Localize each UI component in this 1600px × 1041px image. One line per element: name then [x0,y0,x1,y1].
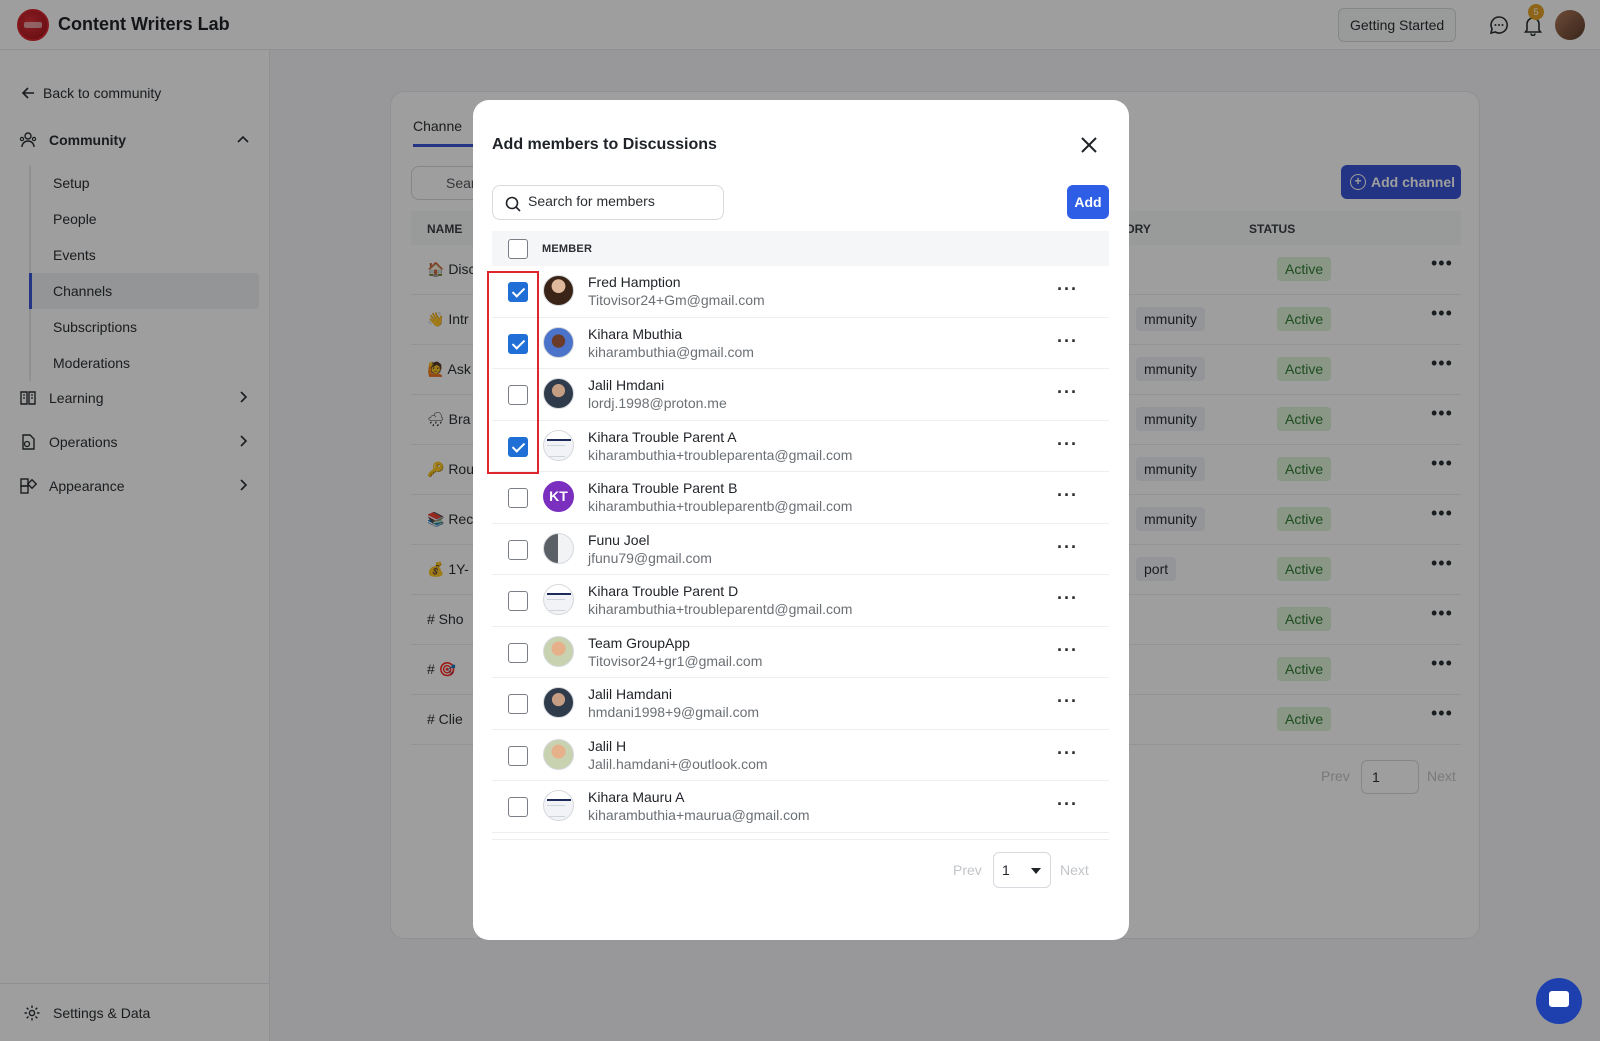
member-name: Funu Joel [588,531,650,548]
next-page-button[interactable]: Next [1060,862,1089,878]
more-options-icon[interactable]: ··· [1057,279,1078,300]
more-options-icon[interactable]: ··· [1057,382,1078,403]
member-name: Team GroupApp [588,634,690,651]
avatar-initials: KT [549,488,568,504]
member-row[interactable]: Kihara Mbuthia kiharambuthia@gmail.com ··· [492,318,1109,369]
prev-page-button[interactable]: Prev [953,862,982,878]
avatar [543,326,574,358]
member-checkbox[interactable] [508,642,528,663]
avatar [543,584,574,615]
member-search-input[interactable] [528,193,718,209]
member-row[interactable]: Team GroupApp Titovisor24+gr1@gmail.com ··… [492,627,1109,678]
avatar [543,429,574,461]
member-name: Kihara Trouble Parent D [588,583,739,599]
member-name: Fred Hamption [588,274,681,290]
member-column-header: MEMBER [542,243,593,255]
add-members-modal: Add members to Discussions Add MEMBER Fr… [473,100,1129,940]
avatar [543,635,574,667]
add-members-button[interactable]: Add [1067,185,1109,219]
member-row[interactable]: Kihara Mauru A kiharambuthia+maurua@gmail… [492,781,1109,833]
avatar [543,378,574,409]
avatar: KT [543,481,574,512]
member-email: Titovisor24+Gm@gmail.com [588,292,765,308]
member-email: kiharambuthia+troubleparentb@gmail.com [588,498,853,514]
member-row[interactable]: Jalil H Jalil.hamdani+@outlook.com ··· [492,730,1109,781]
member-name: Jalil H [588,737,627,754]
member-row[interactable]: Jalil Hamdani hmdani1998+9@gmail.com ··· [492,678,1109,730]
member-name: Kihara Mbuthia [588,325,683,342]
support-chat-button[interactable] [1536,978,1582,1024]
modal-title: Add members to Discussions [492,136,717,153]
member-row[interactable]: Kihara Trouble Parent D kiharambuthia+tro… [492,575,1109,627]
close-icon[interactable] [1080,136,1098,154]
members-table: MEMBER Fred Hamption Titovisor24+Gm@gmail… [492,231,1109,840]
avatar [543,790,574,821]
more-options-icon[interactable]: ··· [1057,743,1078,764]
member-row[interactable]: Funu Joel jfunu79@gmail.com ··· [492,524,1109,575]
member-email: hmdani1998+9@gmail.com [588,704,760,720]
search-icon [505,196,521,212]
avatar [543,738,574,770]
member-email: kiharambuthia@gmail.com [588,343,754,360]
more-options-icon[interactable]: ··· [1057,537,1078,558]
page-select[interactable]: 1 [993,852,1051,888]
member-name: Jalil Hmdani [588,377,665,393]
member-name: Kihara Trouble Parent B [588,480,738,496]
member-email: kiharambuthia+troubleparentd@gmail.com [588,601,853,617]
more-options-icon[interactable]: ··· [1057,691,1078,712]
member-checkbox[interactable] [508,694,528,714]
avatar [543,532,574,564]
member-name: Jalil Hamdani [588,686,673,702]
more-options-icon[interactable]: ··· [1057,331,1078,352]
member-email: Titovisor24+gr1@gmail.com [588,652,763,669]
member-row[interactable]: Kihara Trouble Parent Akiharambuthia+tro… [492,421,1109,472]
members-table-header: MEMBER [492,231,1109,266]
member-name: Kihara Trouble Parent A [588,428,737,445]
avatar [543,687,574,718]
member-checkbox[interactable] [508,797,528,817]
member-email: kiharambuthia+troubleparenta@gmail.com [588,446,853,463]
member-search [492,185,724,220]
member-checkbox[interactable] [508,488,528,508]
more-options-icon[interactable]: ··· [1057,434,1078,455]
page-select-value: 1 [1002,862,1010,878]
member-email: jfunu79@gmail.com [588,549,712,566]
member-row[interactable]: KT Kihara Trouble Parent B kiharambuthia+t… [492,472,1109,524]
more-options-icon[interactable]: ··· [1057,485,1078,506]
member-name: Kihara Mauru A [588,789,685,805]
member-email: Jalil.hamdani+@outlook.com [588,755,768,772]
member-checkbox[interactable] [508,539,528,560]
member-email: lordj.1998@proton.me [588,395,727,411]
member-checkbox[interactable] [508,745,528,766]
select-all-checkbox[interactable] [508,239,528,259]
selection-highlight-box [487,271,539,474]
more-options-icon[interactable]: ··· [1057,794,1078,815]
caret-down-icon [1031,868,1041,874]
member-checkbox[interactable] [508,591,528,611]
member-row[interactable]: Jalil Hmdani lordj.1998@proton.me ··· [492,369,1109,421]
member-email: kiharambuthia+maurua@gmail.com [588,807,810,823]
member-row[interactable]: Fred Hamption Titovisor24+Gm@gmail.com ··· [492,266,1109,318]
avatar [543,275,574,306]
more-options-icon[interactable]: ··· [1057,640,1078,661]
members-list: Fred Hamption Titovisor24+Gm@gmail.com ···… [492,266,1109,833]
more-options-icon[interactable]: ··· [1057,588,1078,609]
